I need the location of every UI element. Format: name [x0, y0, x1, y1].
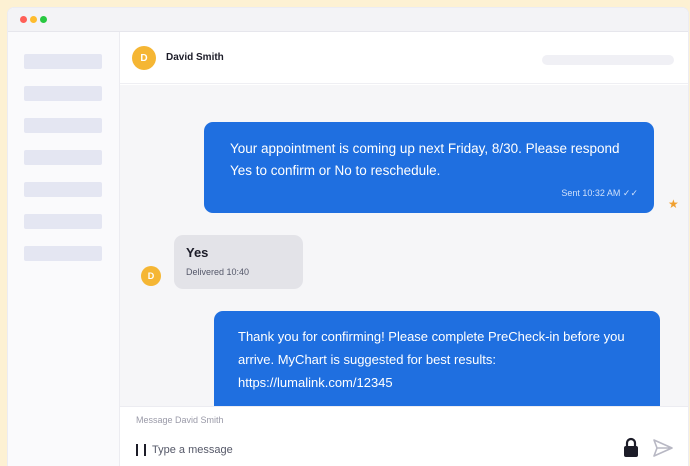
- star-icon[interactable]: ★: [668, 197, 679, 211]
- sidebar-item[interactable]: [24, 214, 102, 229]
- composer-label: Message David Smith: [136, 415, 224, 425]
- sidebar-item[interactable]: [24, 54, 102, 69]
- maximize-window-button[interactable]: [40, 16, 47, 23]
- minimize-window-button[interactable]: [30, 16, 37, 23]
- conversation-sidebar: [8, 32, 120, 466]
- message-text: Your appointment is coming up next Frida…: [230, 141, 620, 178]
- message-status: Sent 10:32 AM ✓✓: [561, 188, 638, 198]
- message-status: Delivered 10:40: [186, 267, 250, 277]
- message-text: Yes: [186, 245, 209, 260]
- sidebar-item[interactable]: [24, 86, 102, 101]
- message-composer: Message David Smith: [120, 406, 688, 466]
- contact-avatar: D: [141, 266, 161, 286]
- message-thread[interactable]: Your appointment is coming up next Frida…: [120, 85, 688, 406]
- contact-name[interactable]: David Smith: [166, 52, 224, 63]
- outgoing-message[interactable]: Your appointment is coming up next Frida…: [204, 122, 654, 213]
- incoming-message[interactable]: Yes Delivered 10:40: [174, 235, 303, 289]
- lock-icon[interactable]: [622, 437, 640, 459]
- conversation-header: D David Smith: [120, 32, 688, 84]
- outgoing-message[interactable]: Thank you for confirming! Please complet…: [214, 311, 660, 406]
- text-cursor: [136, 444, 138, 456]
- title-bar: [8, 8, 688, 32]
- contact-avatar[interactable]: D: [132, 46, 156, 70]
- messaging-window: D David Smith Your appointment is coming…: [8, 8, 688, 466]
- sidebar-item[interactable]: [24, 182, 102, 197]
- sidebar-item[interactable]: [24, 246, 102, 261]
- header-actions-placeholder: [542, 55, 674, 65]
- message-text: Thank you for confirming! Please complet…: [238, 329, 625, 390]
- send-icon[interactable]: [652, 438, 674, 458]
- close-window-button[interactable]: [20, 16, 27, 23]
- sidebar-item[interactable]: [24, 118, 102, 133]
- sidebar-item[interactable]: [24, 150, 102, 165]
- message-input[interactable]: [152, 439, 592, 461]
- text-cursor: [144, 444, 146, 456]
